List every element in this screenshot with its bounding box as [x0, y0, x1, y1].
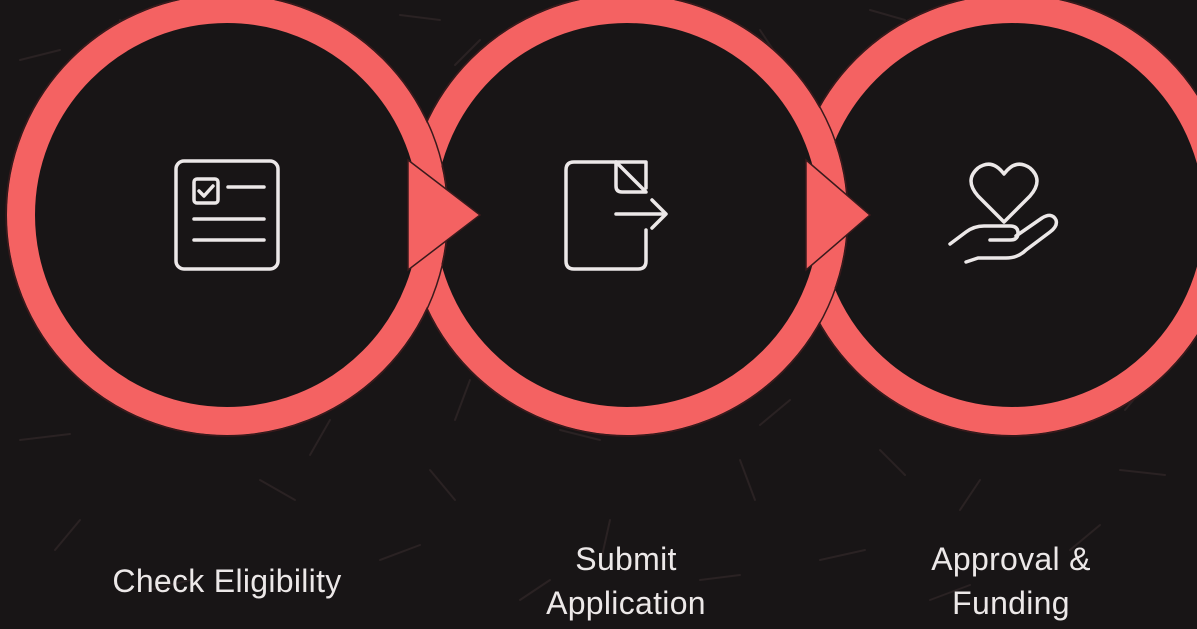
step-label-1-line-1: Check Eligibility — [112, 563, 342, 599]
step-label-3: Approval & Funding — [861, 537, 1161, 625]
step-label-2: Submit Application — [476, 537, 776, 625]
step-label-2-line-1: Submit — [575, 541, 677, 577]
process-diagram — [5, 0, 1197, 437]
step-label-2-line-2: Application — [546, 585, 706, 621]
step-label-3-line-2: Funding — [952, 585, 1070, 621]
step-label-3-line-1: Approval & — [931, 541, 1091, 577]
step-label-1: Check Eligibility — [77, 559, 377, 603]
